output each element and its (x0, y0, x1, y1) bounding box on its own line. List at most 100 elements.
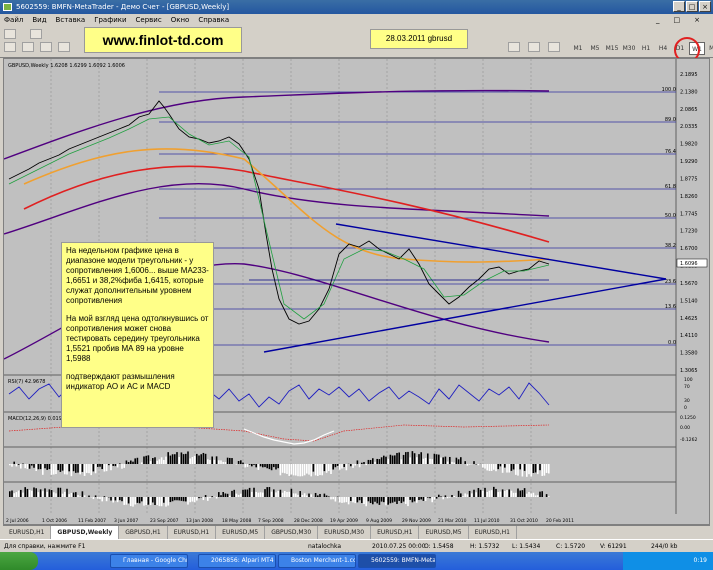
histogram-bar (290, 488, 293, 497)
histogram-bar (532, 464, 535, 474)
timeframe-m1[interactable]: M1 (570, 42, 586, 55)
histogram-bar (306, 495, 308, 497)
histogram-bar (26, 488, 29, 497)
maximize-button[interactable]: □ (686, 1, 698, 12)
chart-tab[interactable]: EURUSD,M30 (318, 526, 372, 539)
navigator-button[interactable] (40, 42, 52, 52)
histogram-bar (143, 456, 145, 464)
histogram-bar (281, 492, 284, 497)
timeframe-h1[interactable]: H1 (638, 42, 654, 55)
histogram-bar (270, 464, 273, 471)
chart-tab[interactable]: EURUSD,M5 (216, 526, 266, 539)
child-close-button[interactable]: × (694, 14, 700, 26)
templates-button[interactable] (548, 42, 560, 52)
histogram-bar (198, 497, 200, 499)
histogram-bar (444, 456, 447, 464)
histogram-bar (431, 497, 433, 503)
histogram-bar (367, 497, 370, 502)
start-button[interactable] (0, 552, 38, 570)
histogram-bar (141, 497, 143, 502)
histogram-bar (508, 489, 510, 497)
histogram-bar (37, 492, 40, 497)
histogram-bar (66, 488, 68, 497)
menu-help[interactable]: Справка (198, 14, 229, 26)
histogram-bar (290, 464, 293, 475)
histogram-bar (35, 488, 37, 497)
chart-tab[interactable]: EURUSD,M5 (419, 526, 469, 539)
child-restore-button[interactable]: □ (674, 14, 681, 26)
profiles-button[interactable] (30, 29, 42, 39)
histogram-bar (488, 490, 491, 497)
histogram-bar (398, 497, 400, 501)
chart-window[interactable]: 100.0 89.0 76.4 61.8 50.0 38.2 23.6 13.6… (3, 58, 710, 525)
taskbar-task[interactable]: Boston Merchant-1.co... (278, 554, 356, 568)
menu-charts[interactable]: Графики (94, 14, 126, 26)
timeframe-m15[interactable]: M15 (604, 42, 620, 55)
histogram-bar (176, 452, 178, 464)
data-window-button[interactable] (22, 42, 34, 52)
menu-view[interactable]: Вид (32, 14, 46, 26)
ac-histogram (9, 486, 550, 507)
indicators-button[interactable] (508, 42, 520, 52)
chart-tab[interactable]: EURUSD,H1 (3, 526, 52, 539)
histogram-bar (396, 497, 398, 505)
chart-tab[interactable]: GBPUSD,M30 (265, 526, 319, 539)
histogram-bar (464, 461, 466, 464)
child-minimize-button[interactable]: _ (656, 14, 660, 26)
histogram-bar (105, 464, 108, 472)
chart-tab[interactable]: GBPUSD,H1 (119, 526, 168, 539)
histogram-bar (224, 493, 227, 497)
histogram-bar (440, 496, 442, 497)
histogram-bar (493, 464, 495, 470)
histogram-bar (286, 464, 288, 474)
chart-tab[interactable]: EURUSD,H1 (371, 526, 420, 539)
timeframe-mn[interactable]: MN (706, 42, 713, 55)
chart-tab[interactable]: EURUSD,H1 (168, 526, 217, 539)
histogram-bar (235, 493, 238, 497)
histogram-bar (229, 457, 231, 464)
menu-insert[interactable]: Вставка (56, 14, 86, 26)
histogram-bar (308, 493, 310, 497)
histogram-bar (446, 461, 449, 464)
histogram-bar (462, 496, 464, 497)
chart-tab[interactable]: GBPUSD,Weekly (51, 526, 120, 539)
histogram-bar (259, 492, 262, 497)
histogram-bar (57, 464, 59, 471)
new-chart-button[interactable] (4, 29, 16, 39)
histogram-bar (189, 497, 191, 503)
taskbar-task[interactable]: 2065856: Alpari MT4 -... (198, 554, 276, 568)
histogram-bar (97, 497, 99, 499)
market-watch-button[interactable] (4, 42, 16, 52)
histogram-bar (167, 497, 169, 506)
timeframe-h4[interactable]: H4 (655, 42, 671, 55)
close-button[interactable]: × (699, 1, 711, 12)
menu-file[interactable]: Файл (4, 14, 23, 26)
histogram-bar (317, 464, 319, 477)
histogram-bar (28, 490, 31, 497)
histogram-bar (262, 492, 264, 497)
crosshair-button[interactable] (58, 42, 70, 52)
histogram-bar (361, 462, 363, 464)
histogram-bar (211, 496, 213, 497)
taskbar-task[interactable]: 5602559: BMFN-Meta... (358, 554, 436, 568)
histogram-bar (508, 464, 510, 473)
histogram-bar (449, 497, 451, 498)
rsi-label: RSI(7) 42.9678 (8, 379, 45, 385)
histogram-bar (314, 492, 317, 497)
date-tick: 29 Nov 2009 (402, 518, 431, 524)
histogram-bar (189, 458, 191, 464)
histogram-bar (251, 491, 253, 497)
taskbar-task[interactable]: Главная - Google Chr... (110, 554, 188, 568)
histogram-bar (187, 451, 189, 464)
minimize-button[interactable]: _ (673, 1, 685, 12)
chart-tab[interactable]: EURUSD,H1 (469, 526, 517, 539)
histogram-bar (193, 497, 196, 503)
timeframe-m30[interactable]: M30 (621, 42, 637, 55)
menu-window[interactable]: Окно (171, 14, 190, 26)
window-title: 5602559: BMFN-MetaTrader - Демо Счет - [… (16, 3, 230, 11)
timeframe-m5[interactable]: M5 (587, 42, 603, 55)
periods-button[interactable] (528, 42, 540, 52)
histogram-bar (328, 496, 330, 497)
histogram-bar (358, 464, 361, 468)
menu-tools[interactable]: Сервис (136, 14, 162, 26)
